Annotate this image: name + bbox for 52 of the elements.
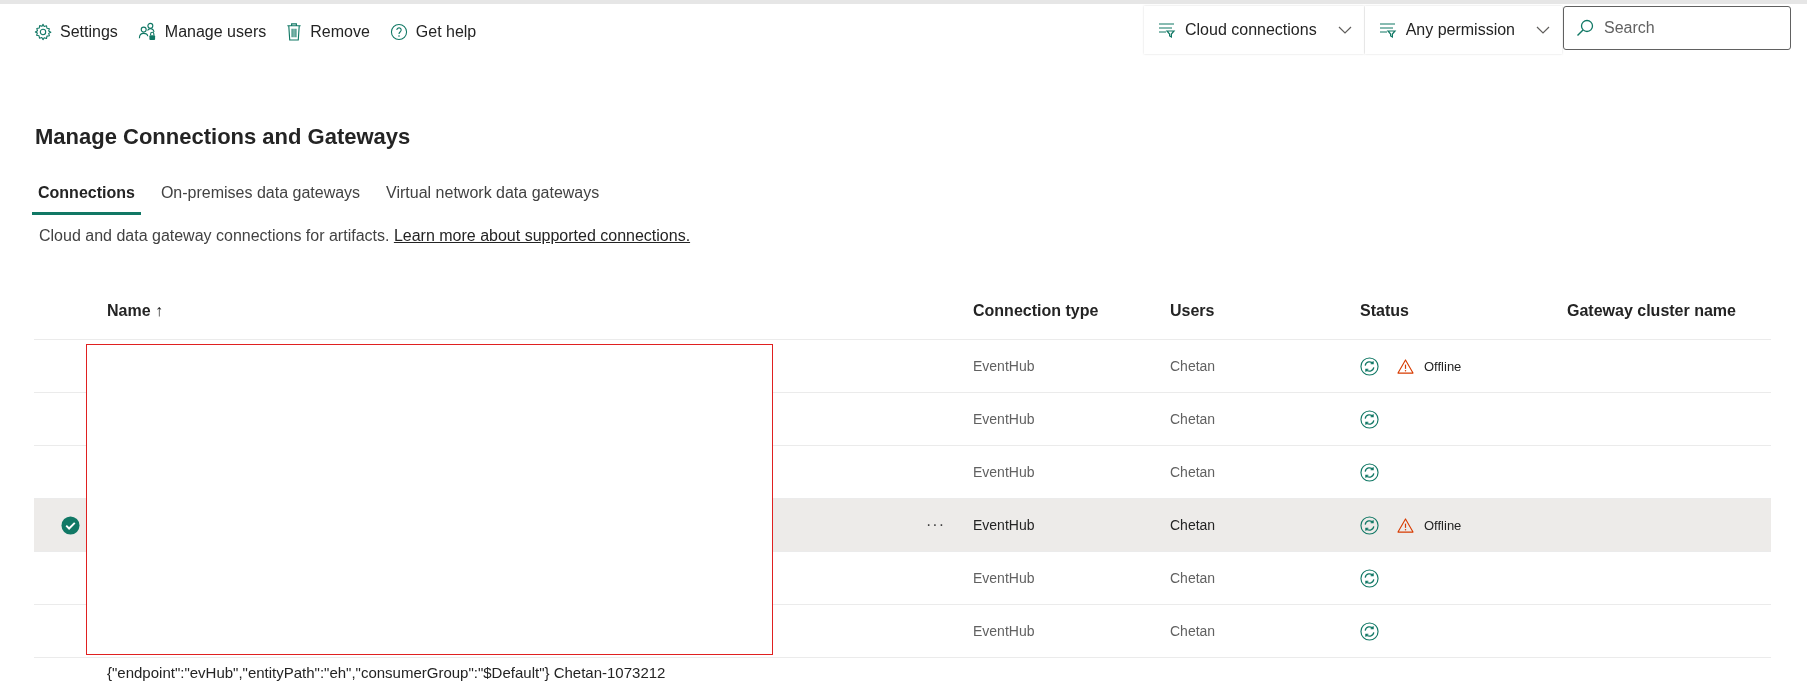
users-lock-icon	[137, 22, 157, 41]
tab[interactable]: Connections	[32, 178, 141, 215]
table-cell: EventHub	[973, 517, 1035, 533]
column-header[interactable]: Status	[1360, 302, 1567, 320]
refresh-icon[interactable]	[1360, 356, 1379, 376]
description-text: Cloud and data gateway connections for artifacts. Learn more about supported connections.	[39, 227, 692, 245]
table-cell: Chetan	[1170, 517, 1216, 533]
table-cell: EventHub	[973, 358, 1035, 374]
filter-icon	[1378, 22, 1397, 38]
status-text: Offline	[1424, 358, 1462, 374]
table-cell: EventHub	[973, 570, 1035, 586]
tab[interactable]: On-premises data gateways	[154, 178, 367, 215]
help-button[interactable]: Get help	[389, 20, 477, 43]
chevron-down-icon	[1337, 26, 1352, 34]
table-cell: Chetan	[1170, 623, 1216, 639]
help-icon	[389, 22, 408, 41]
column-header[interactable]: Connection type	[973, 302, 1170, 320]
refresh-icon[interactable]	[1360, 462, 1379, 482]
learn-more-link[interactable]: Learn more about supported connections.	[393, 227, 691, 244]
column-header[interactable]: Users	[1170, 302, 1360, 320]
table-cell: EventHub	[973, 623, 1035, 639]
settings-button[interactable]: Settings	[34, 20, 118, 43]
status-text: Offline	[1424, 517, 1462, 533]
chevron-down-icon	[1536, 26, 1550, 34]
warning-icon	[1397, 517, 1414, 533]
refresh-icon[interactable]	[1360, 621, 1379, 641]
manage-users-button[interactable]: Manage users	[137, 20, 267, 43]
search-field[interactable]: Search	[1563, 6, 1791, 50]
table-cell: EventHub	[973, 411, 1035, 427]
table-cell: Chetan	[1170, 358, 1216, 374]
check-circle-icon[interactable]	[61, 515, 80, 535]
filter-icon	[1158, 22, 1176, 38]
page-title: Manage Connections and Gateways	[35, 123, 412, 151]
table-cell: Chetan	[1170, 411, 1216, 427]
filter-dropdown[interactable]: Cloud connections	[1144, 6, 1364, 54]
remove-button[interactable]: Remove	[286, 20, 370, 43]
warning-icon	[1397, 358, 1414, 374]
more-options-button[interactable]: ···	[922, 516, 949, 534]
column-header[interactable]: Gateway cluster name	[1567, 302, 1771, 320]
column-header[interactable]: Name ↑	[107, 302, 973, 320]
refresh-icon[interactable]	[1360, 409, 1379, 429]
table-cell: EventHub	[973, 464, 1035, 480]
settings-icon	[34, 22, 52, 41]
tab[interactable]: Virtual network data gateways	[380, 178, 606, 215]
search-icon	[1576, 19, 1594, 37]
trash-icon	[286, 22, 303, 41]
filter-dropdown[interactable]: Any permission	[1364, 6, 1562, 54]
table-cell: Chetan	[1170, 464, 1216, 480]
table-cell-text: {"endpoint":"evHub","entityPath":"eh","consumerGroup":"$Default"} Chetan-1073212	[107, 663, 666, 681]
refresh-icon[interactable]	[1360, 515, 1379, 535]
table-cell: Chetan	[1170, 570, 1216, 586]
refresh-icon[interactable]	[1360, 568, 1379, 588]
